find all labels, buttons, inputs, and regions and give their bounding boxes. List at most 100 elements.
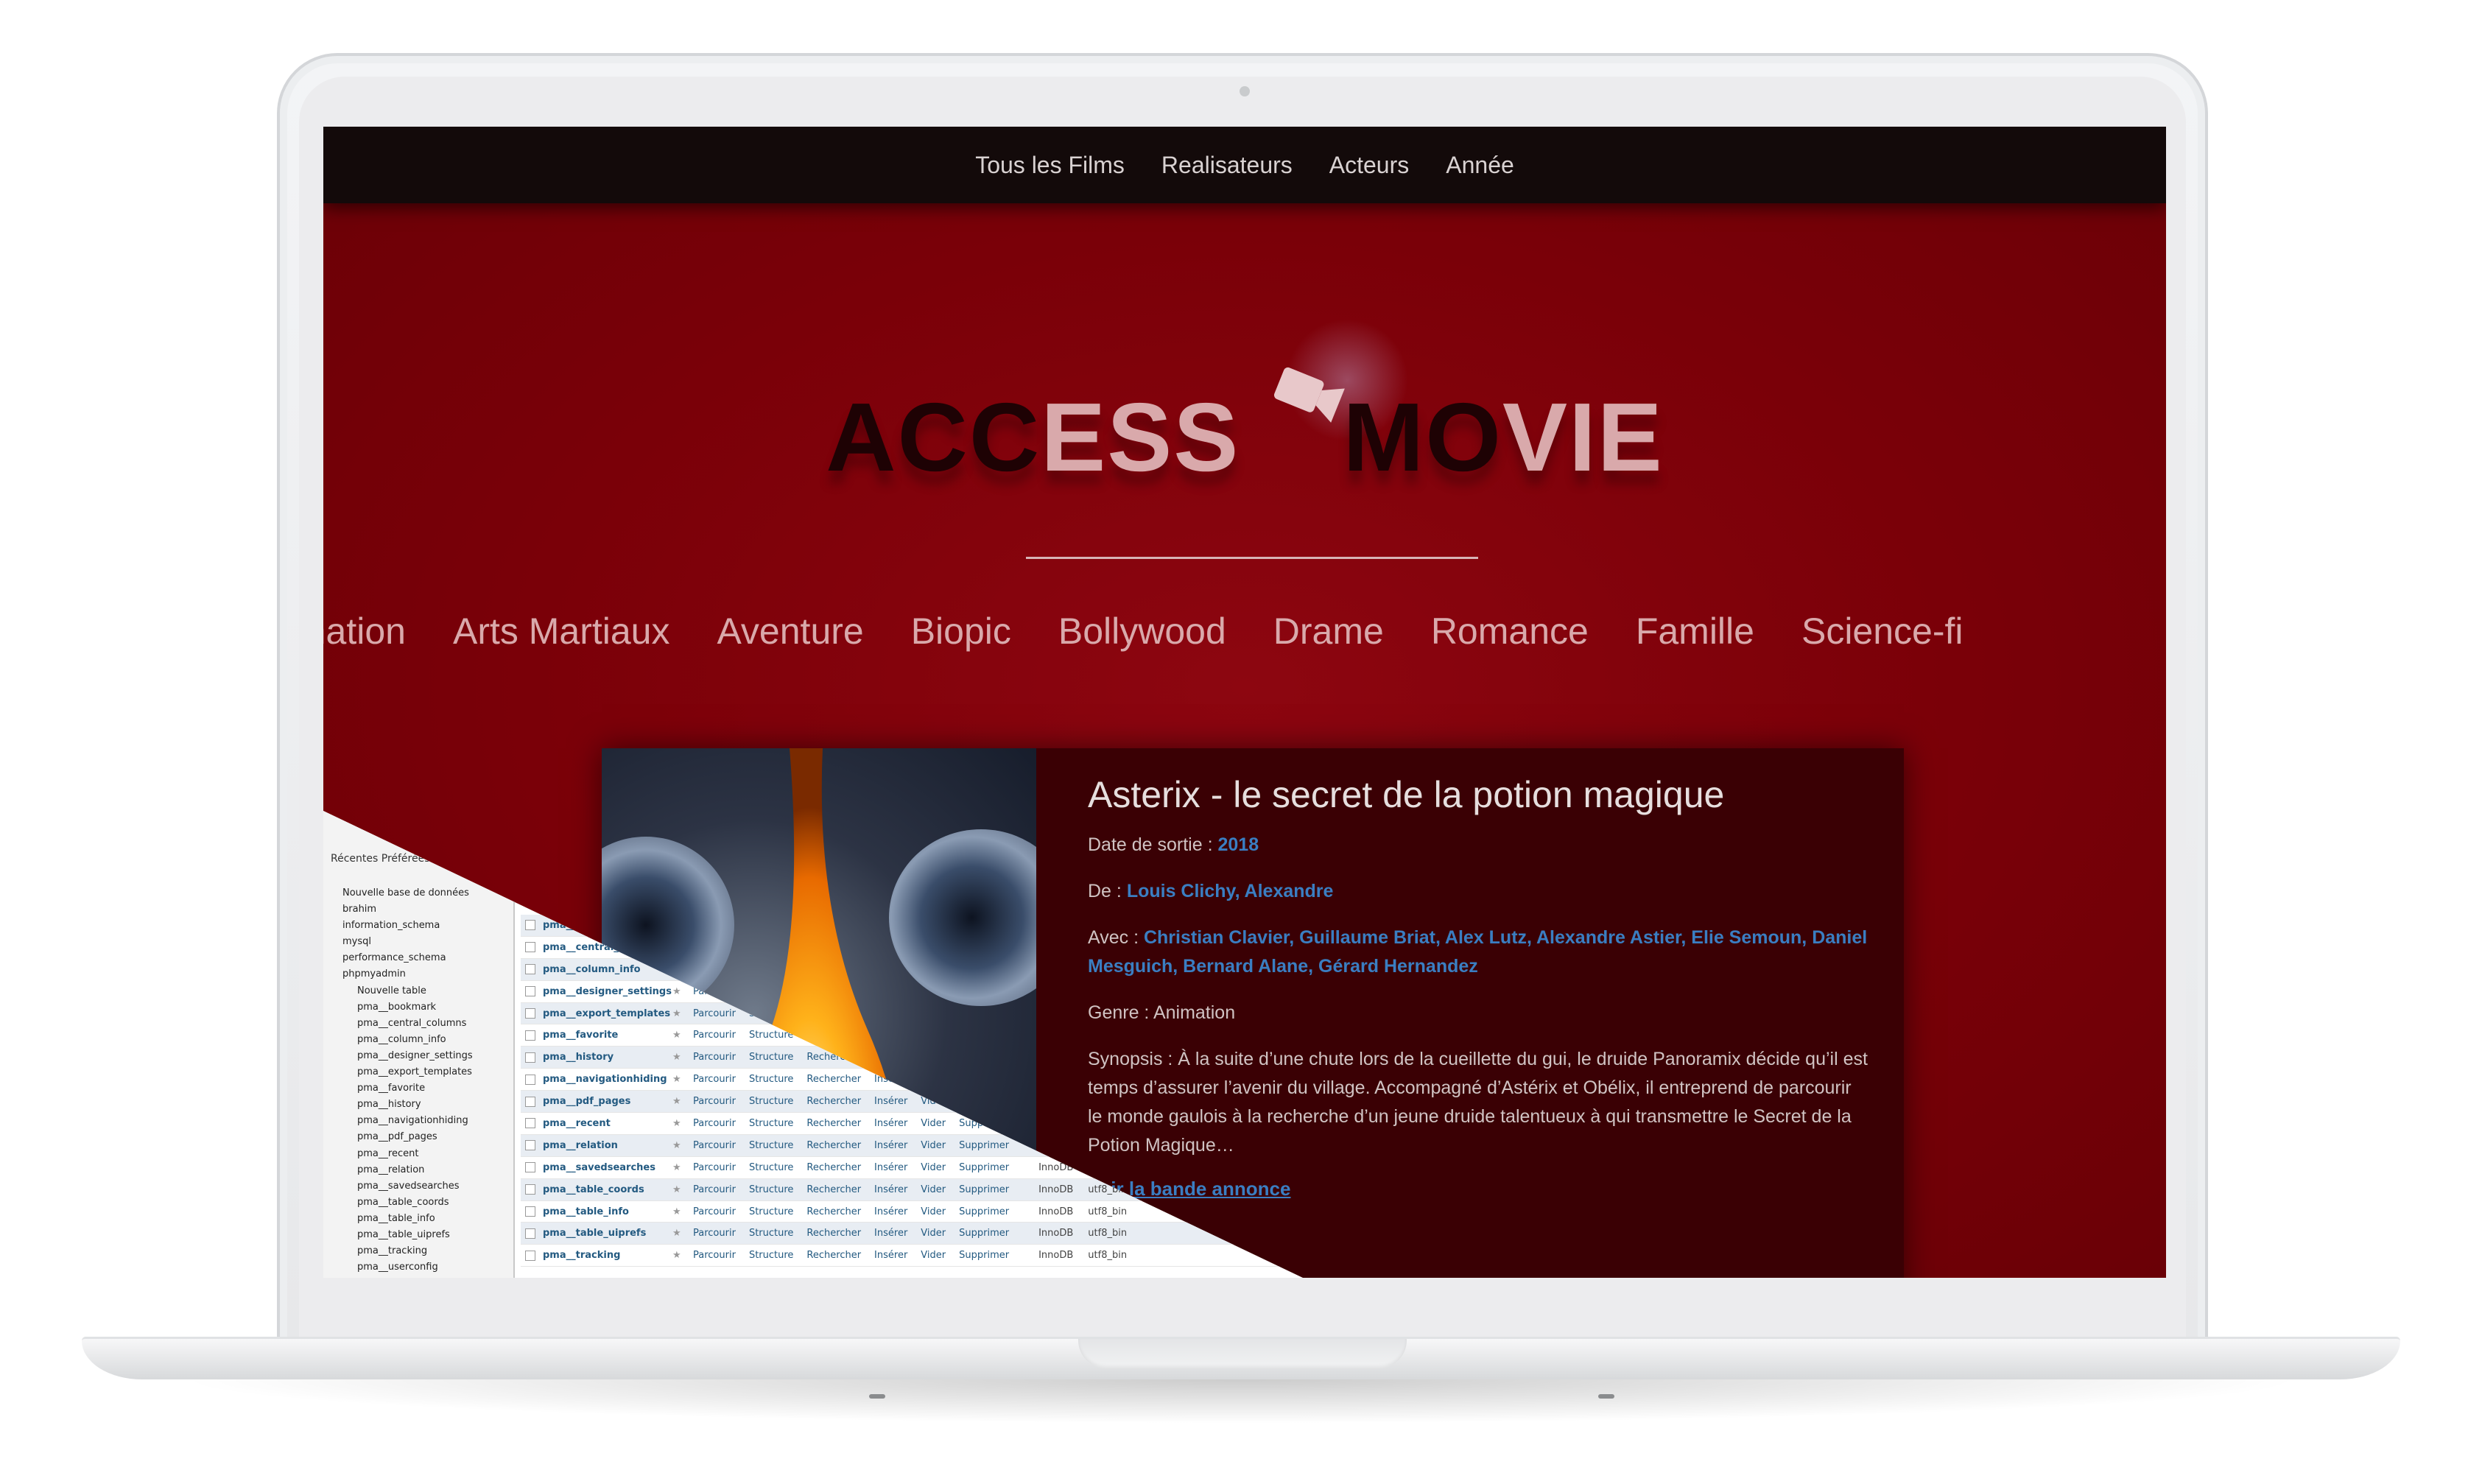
pma-insert-link[interactable]: Insérer [874,1162,907,1173]
star-icon[interactable]: ★ [672,1118,693,1129]
pma-browse-link[interactable]: Parcourir [693,1052,736,1063]
pma-tree-item[interactable]: pma__export_templates [328,1064,473,1080]
nav-directors[interactable]: Realisateurs [1161,152,1293,179]
pma-structure-link[interactable]: Structure [749,1140,793,1151]
star-icon[interactable]: ★ [672,1140,693,1151]
pma-table-name[interactable]: pma__recent [543,1118,672,1129]
pma-row-checkbox[interactable] [525,1184,535,1195]
pma-row-checkbox[interactable] [525,1118,535,1129]
pma-row-checkbox[interactable] [525,942,535,953]
pma-tree-item[interactable]: pma__table_uiprefs [328,1227,473,1243]
pma-row-checkbox[interactable] [525,920,535,931]
pma-tree-item[interactable]: Nouvelle table [328,983,473,999]
pma-table-name[interactable]: pma__table_uiprefs [543,1228,672,1239]
pma-row-checkbox[interactable] [525,1228,535,1239]
nav-all-films[interactable]: Tous les Films [975,152,1125,179]
director-link[interactable]: Louis Clichy, Alexandre [1127,881,1334,901]
pma-row-checkbox[interactable] [525,1206,535,1217]
pma-tree-item[interactable]: mysql [328,934,473,950]
genre-item[interactable]: Biopic [911,610,1011,653]
pma-tree-item[interactable]: performance_schema [328,950,473,966]
pma-insert-link[interactable]: Insérer [874,1184,907,1195]
pma-browse-link[interactable]: Parcourir [693,1250,736,1261]
pma-row-checkbox[interactable] [525,1162,535,1173]
pma-structure-link[interactable]: Structure [749,1206,793,1217]
pma-table-name[interactable]: pma__navigationhiding [543,1074,672,1085]
pma-structure-link[interactable]: Structure [749,1118,793,1129]
pma-search-link[interactable]: Rechercher [806,1250,861,1261]
pma-empty-link[interactable]: Vider [921,1140,946,1151]
star-icon[interactable]: ★ [672,1228,693,1239]
pma-browse-link[interactable]: Parcourir [693,1140,736,1151]
pma-row-checkbox[interactable] [525,1250,535,1261]
pma-tree-item[interactable]: pma__central_columns [328,1016,473,1032]
genre-item[interactable]: Bollywood [1058,610,1226,653]
pma-browse-link[interactable]: Parcourir [693,1228,736,1239]
pma-structure-link[interactable]: Structure [749,1250,793,1261]
pma-tree-item[interactable]: pma__designer_settings [328,1048,473,1064]
pma-table-name[interactable]: pma__pdf_pages [543,1096,672,1107]
pma-structure-link[interactable]: Structure [749,1162,793,1173]
pma-drop-link[interactable]: Supprimer [959,1162,1009,1173]
pma-table-name[interactable]: pma__table_coords [543,1184,672,1195]
pma-row-checkbox[interactable] [525,1008,535,1019]
star-icon[interactable]: ★ [672,1162,693,1173]
pma-tree-item[interactable]: pma__navigationhiding [328,1113,473,1129]
pma-structure-link[interactable]: Structure [749,1074,793,1085]
star-icon[interactable]: ★ [672,1008,693,1019]
star-icon[interactable]: ★ [672,1250,693,1261]
pma-browse-link[interactable]: Parcourir [693,1008,736,1019]
pma-search-link[interactable]: Rechercher [806,1206,861,1217]
pma-structure-link[interactable]: Structure [749,1228,793,1239]
pma-drop-link[interactable]: Supprimer [959,1250,1009,1261]
pma-search-link[interactable]: Rechercher [806,1184,861,1195]
pma-table-name[interactable]: pma__table_info [543,1206,672,1217]
pma-empty-link[interactable]: Vider [921,1250,946,1261]
star-icon[interactable]: ★ [672,1030,693,1041]
pma-insert-link[interactable]: Insérer [874,1118,907,1129]
pma-table-name[interactable]: pma__relation [543,1140,672,1151]
pma-empty-link[interactable]: Vider [921,1228,946,1239]
pma-tree-item[interactable]: Nouvelle base de données [328,885,473,901]
pma-tree-item[interactable]: phpmyadmin [328,966,473,982]
star-icon[interactable]: ★ [672,1052,693,1063]
pma-table-row[interactable]: pma__tracking ★ Parcourir Structure Recherch… [521,1245,1303,1267]
star-icon[interactable]: ★ [672,1074,693,1085]
pma-search-link[interactable]: Rechercher [806,1118,861,1129]
pma-row-checkbox[interactable] [525,1074,535,1085]
pma-browse-link[interactable]: Parcourir [693,1206,736,1217]
pma-browse-link[interactable]: Parcourir [693,1074,736,1085]
pma-tree-item[interactable]: brahim [328,901,473,918]
pma-drop-link[interactable]: Supprimer [959,1206,1009,1217]
pma-browse-link[interactable]: Parcourir [693,1030,736,1041]
pma-empty-link[interactable]: Vider [921,1118,946,1129]
pma-browse-link[interactable]: Parcourir [693,1184,736,1195]
pma-row-checkbox[interactable] [525,1096,535,1107]
pma-table-name[interactable]: pma__designer_settings [543,986,672,997]
pma-row-checkbox[interactable] [525,986,535,997]
pma-row-checkbox[interactable] [525,1140,535,1151]
pma-tree-item[interactable]: pma__userconfig [328,1259,473,1276]
pma-search-link[interactable]: Rechercher [806,1228,861,1239]
pma-drop-link[interactable]: Supprimer [959,1140,1009,1151]
genre-item[interactable]: Animation [323,610,406,653]
pma-browse-link[interactable]: Parcourir [693,1118,736,1129]
genre-item[interactable]: Aventure [717,610,863,653]
genre-item[interactable]: Arts Martiaux [453,610,670,653]
pma-search-link[interactable]: Rechercher [806,1074,861,1085]
pma-tree-item[interactable]: pma__savedsearches [328,1178,473,1195]
pma-tree-item[interactable]: pma__pdf_pages [328,1129,473,1145]
pma-structure-link[interactable]: Structure [749,1096,793,1107]
pma-search-link[interactable]: Rechercher [806,1140,861,1151]
pma-empty-link[interactable]: Vider [921,1206,946,1217]
pma-insert-link[interactable]: Insérer [874,1206,907,1217]
pma-row-checkbox[interactable] [525,1052,535,1063]
pma-tree-item[interactable]: pma__tracking [328,1243,473,1259]
pma-table-name[interactable]: pma__savedsearches [543,1162,672,1173]
pma-tree-item[interactable]: pma__history [328,1097,473,1113]
star-icon[interactable]: ★ [672,1096,693,1107]
pma-tree-item[interactable]: pma__relation [328,1162,473,1178]
pma-structure-link[interactable]: Structure [749,1052,793,1063]
pma-insert-link[interactable]: Insérer [874,1250,907,1261]
pma-tree-item[interactable]: pma__table_info [328,1211,473,1227]
